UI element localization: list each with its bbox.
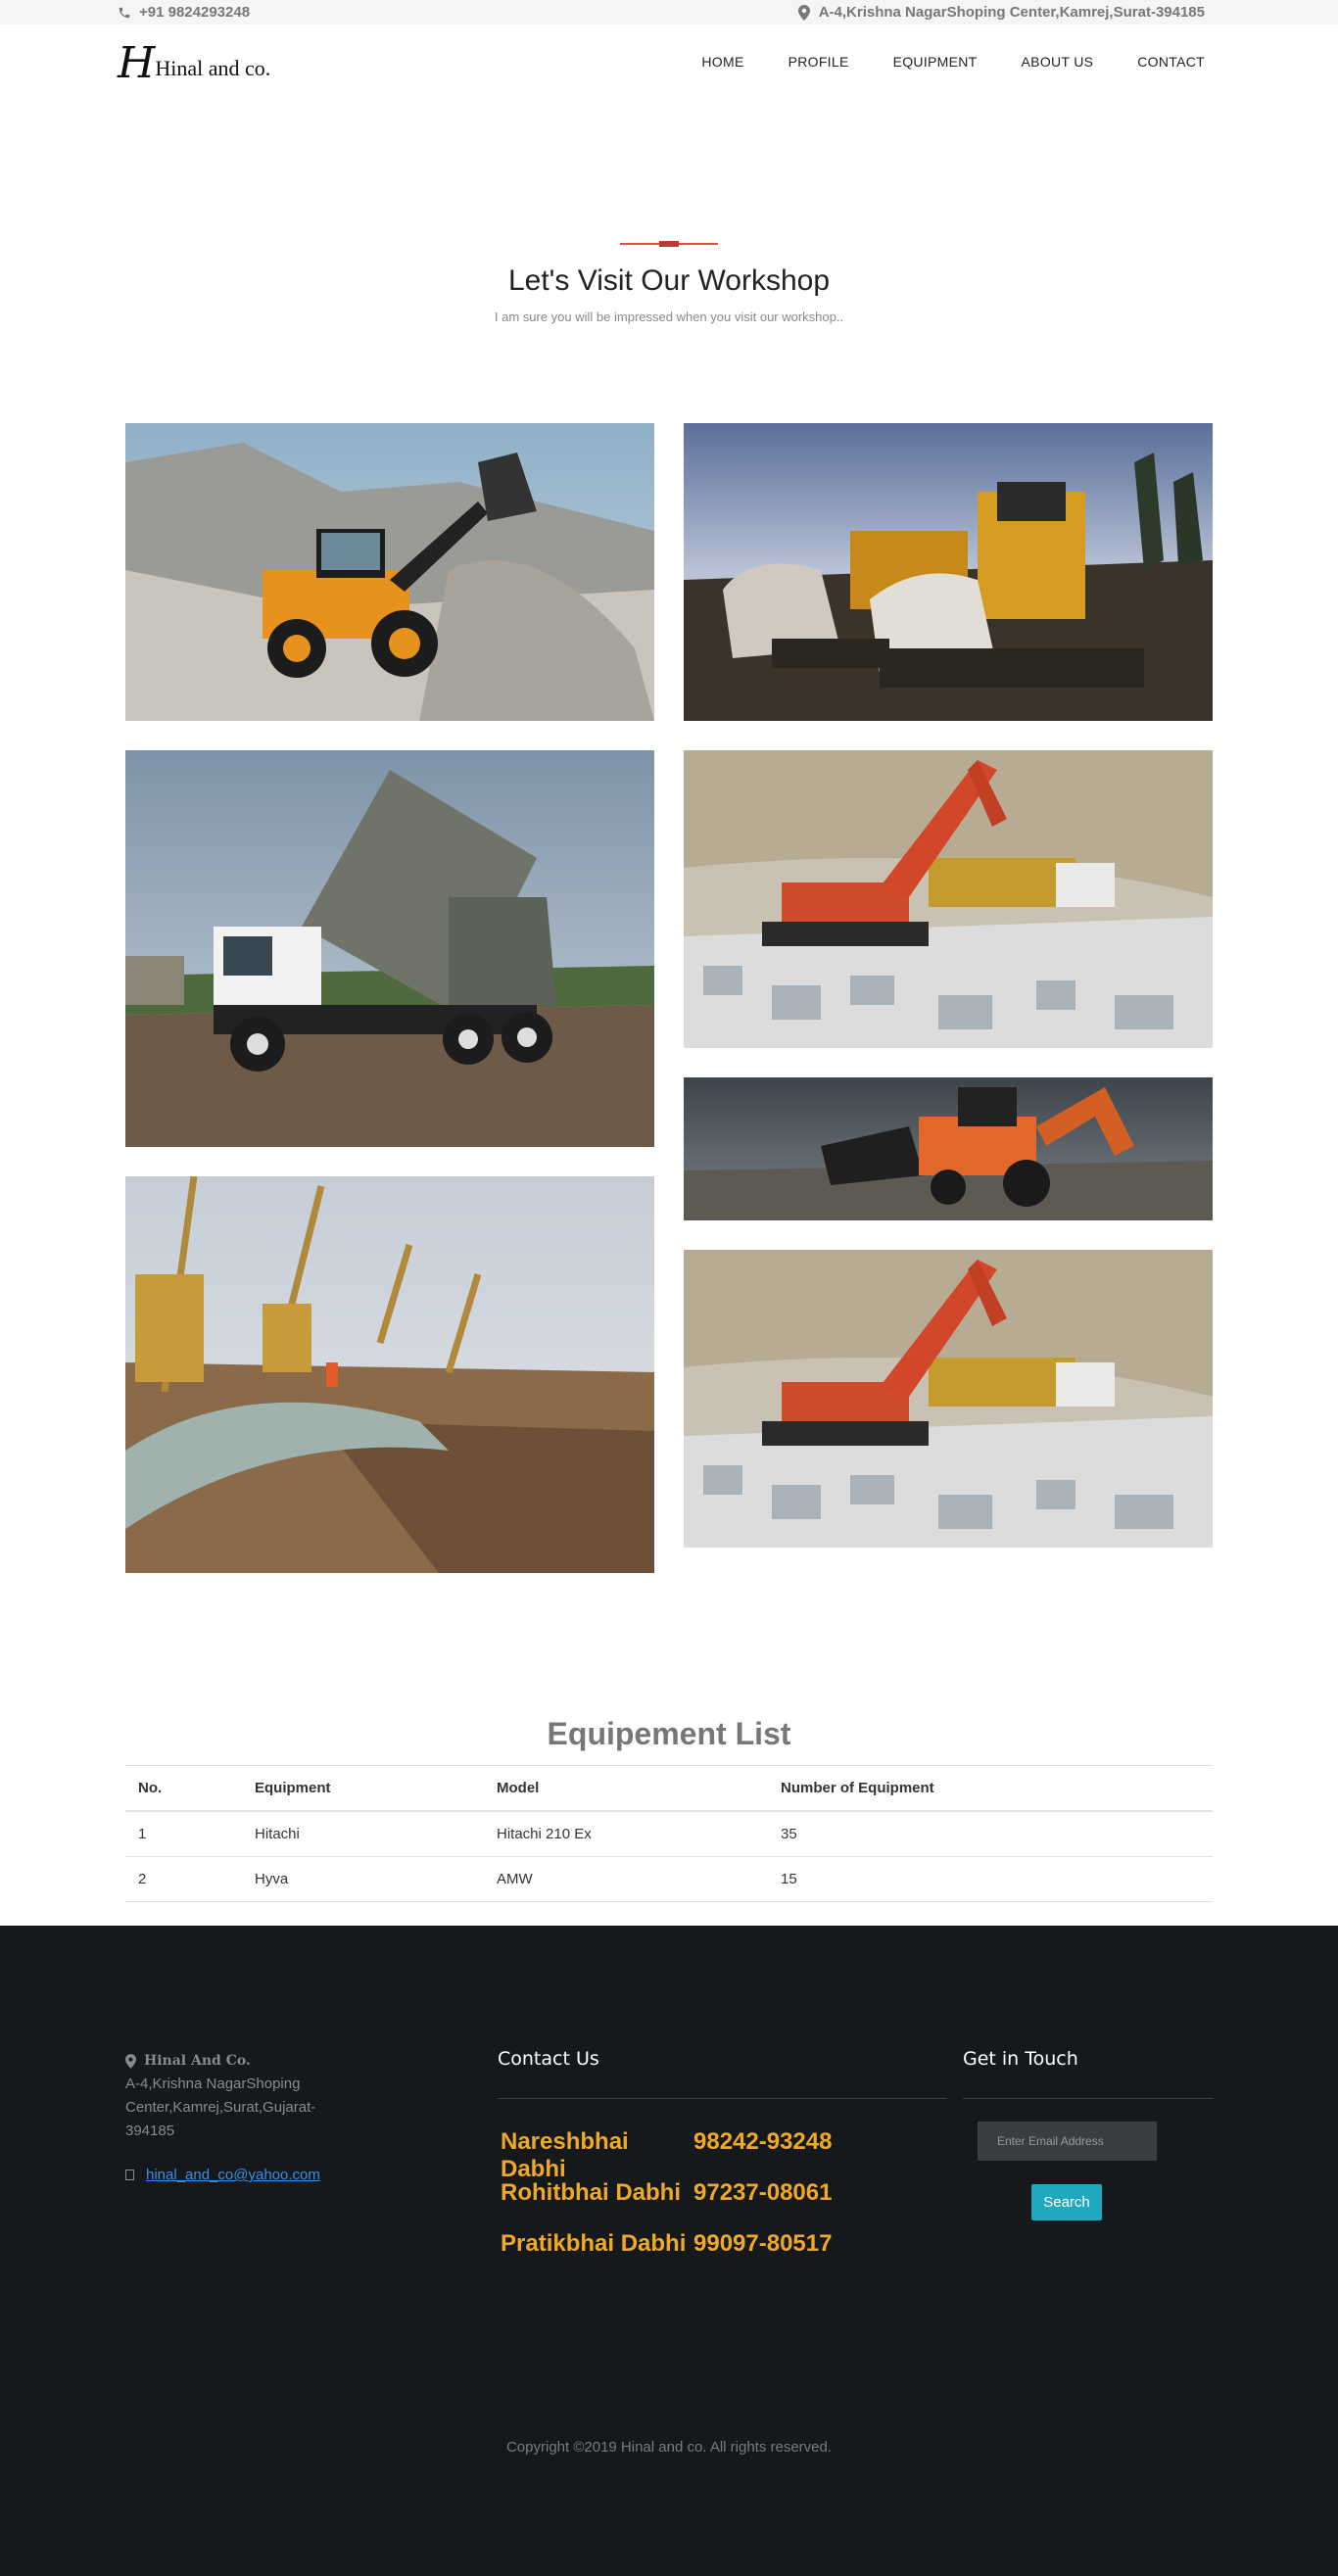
top-phone[interactable]: +91 9824293248: [118, 4, 250, 21]
map-marker-icon: [797, 4, 810, 21]
contact-name: Pratikbhai Dabhi: [501, 2230, 687, 2257]
equipment-section: Equipement List: [0, 1716, 1338, 1752]
logo-name: Hinal and co.: [155, 56, 271, 80]
cell-no: 2: [125, 1856, 242, 1902]
get-in-touch-heading: Get in Touch: [963, 2048, 1078, 2070]
contact-name: Nareshbhai Dabhi: [501, 2128, 629, 2182]
contact-row-3: Pratikbhai Dabhi 99097-80517: [501, 2230, 832, 2258]
equipment-title: Equipement List: [547, 1716, 791, 1751]
cell-count: 15: [768, 1856, 1213, 1902]
nav-contact[interactable]: CONTACT: [1137, 54, 1205, 70]
contact-us-heading: Contact Us: [498, 2048, 599, 2070]
touch-divider: [963, 2098, 1213, 2099]
footer-email-link[interactable]: hinal_and_co@yahoo.com: [146, 2167, 320, 2183]
section-divider: [620, 241, 718, 247]
brand-logo[interactable]: H Hinal and co.: [118, 36, 270, 85]
contact-name: Rohitbhai Dabhi: [501, 2179, 681, 2206]
phone-icon: [119, 7, 130, 18]
top-bar: +91 9824293248 A-4,Krishna NagarShoping …: [0, 0, 1338, 24]
nav-equipment[interactable]: EQUIPMENT: [893, 54, 978, 70]
workshop-gallery: [0, 324, 1338, 1573]
site-header: H Hinal and co. HOME PROFILE EQUIPMENT A…: [0, 24, 1338, 98]
contact-phone[interactable]: 98242-93248: [693, 2128, 832, 2183]
nav-home[interactable]: HOME: [701, 54, 743, 70]
col-model: Model: [484, 1765, 768, 1812]
footer-email-row: hinal_and_co@yahoo.com: [125, 2167, 320, 2183]
address-text: A-4,Krishna NagarShoping Center,Kamrej,S…: [818, 4, 1205, 21]
cell-equipment: Hyva: [242, 1856, 484, 1902]
map-marker-icon: [125, 2053, 136, 2069]
envelope-icon: [125, 2170, 134, 2180]
subscribe-email-input[interactable]: [978, 2122, 1157, 2161]
cell-count: 35: [768, 1811, 1213, 1857]
nav-about-us[interactable]: ABOUT US: [1022, 54, 1094, 70]
col-equipment: Equipment: [242, 1765, 484, 1812]
cell-equipment: Hitachi: [242, 1811, 484, 1857]
cell-model: Hitachi 210 Ex: [484, 1811, 768, 1857]
table-row: 2 Hyva AMW 15: [125, 1856, 1213, 1902]
footer-address-block: Hinal And Co. A-4,Krishna NagarShoping C…: [125, 2049, 351, 2143]
table-header-row: No. Equipment Model Number of Equipment: [125, 1765, 1213, 1812]
pipeline-laying-photo[interactable]: [125, 1176, 654, 1573]
copyright-text: Copyright ©2019 Hinal and co. All rights…: [505, 2439, 833, 2456]
search-button[interactable]: Search: [1031, 2184, 1102, 2220]
contact-row-1: Nareshbhai Dabhi 98242-93248: [501, 2128, 832, 2183]
site-footer: Hinal And Co. A-4,Krishna NagarShoping C…: [0, 1926, 1338, 2576]
excavator-quarry-photo-2[interactable]: [684, 1250, 1213, 1548]
workshop-subtitle: I am sure you will be impressed when you…: [494, 310, 844, 324]
table-row: 1 Hitachi Hitachi 210 Ex 35: [125, 1811, 1213, 1857]
footer-company: Hinal And Co.: [125, 2049, 351, 2073]
logo-mark: H: [118, 38, 155, 88]
backhoe-loader-photo[interactable]: [684, 1077, 1213, 1220]
contact-phone[interactable]: 99097-80517: [693, 2230, 832, 2258]
wheel-loader-photo[interactable]: [125, 423, 654, 721]
footer-address: A-4,Krishna NagarShoping Center,Kamrej,S…: [125, 2075, 316, 2139]
contact-row-2: Rohitbhai Dabhi 97237-08061: [501, 2179, 832, 2207]
equipment-table: No. Equipment Model Number of Equipment …: [125, 1765, 1213, 1902]
dump-truck-photo[interactable]: [125, 750, 654, 1147]
footer-company-name: Hinal And Co.: [144, 2053, 251, 2069]
workshop-section-header: Let's Visit Our Workshop I am sure you w…: [0, 98, 1338, 324]
main-nav: HOME PROFILE EQUIPMENT ABOUT US CONTACT: [657, 54, 1205, 70]
contact-phone[interactable]: 97237-08061: [693, 2179, 832, 2207]
bulldozers-photo[interactable]: [684, 423, 1213, 721]
workshop-title: Let's Visit Our Workshop: [507, 264, 831, 297]
cell-no: 1: [125, 1811, 242, 1857]
phone-number: +91 9824293248: [139, 4, 251, 21]
cell-model: AMW: [484, 1856, 768, 1902]
nav-profile[interactable]: PROFILE: [788, 54, 849, 70]
excavator-quarry-photo[interactable]: [684, 750, 1213, 1048]
col-count: Number of Equipment: [768, 1765, 1213, 1812]
col-no: No.: [125, 1765, 242, 1812]
contact-divider: [498, 2098, 946, 2099]
top-address: A-4,Krishna NagarShoping Center,Kamrej,S…: [797, 4, 1205, 21]
